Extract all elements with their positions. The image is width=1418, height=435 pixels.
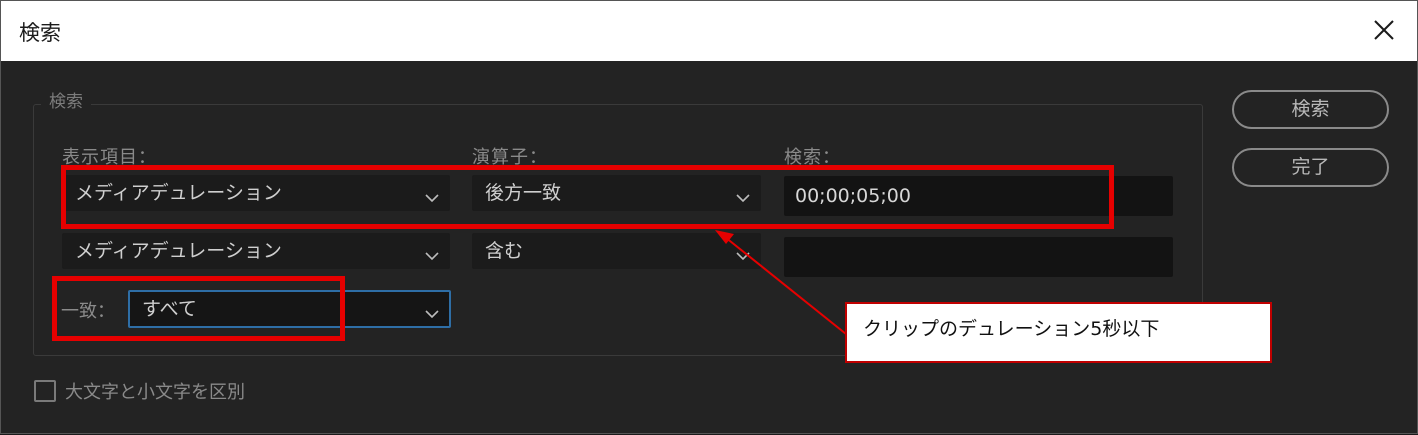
row2-search-input[interactable] [784, 237, 1173, 277]
chevron-down-icon [423, 242, 441, 261]
row2-display-item-value: メディアデュレーション [75, 240, 282, 262]
row2-display-item-select[interactable]: メディアデュレーション [62, 233, 450, 269]
chevron-down-icon [734, 242, 752, 261]
dialog-title: 検索 [19, 21, 61, 45]
title-bar: 検索 [1, 1, 1417, 61]
group-legend: 検索 [41, 91, 91, 113]
done-button[interactable]: 完了 [1232, 148, 1389, 187]
close-button[interactable] [1369, 15, 1399, 45]
annotation-callout: クリップのデュレーション5秒以下 [845, 302, 1272, 363]
close-icon [1374, 20, 1394, 40]
annotation-highlight-match [52, 276, 345, 341]
chevron-down-icon [423, 300, 441, 319]
annotation-highlight-row1 [61, 165, 1114, 229]
search-button[interactable]: 検索 [1232, 90, 1389, 129]
row2-operator-value: 含む [485, 240, 524, 262]
case-sensitive-label: 大文字と小文字を区別 [65, 382, 245, 403]
search-dialog: 検索 検索 表示項目： 演算子： 検索： メディアデュレーション 後方一致 00… [0, 0, 1418, 434]
row2-operator-select[interactable]: 含む [472, 233, 761, 269]
case-sensitive-checkbox[interactable] [34, 380, 56, 402]
